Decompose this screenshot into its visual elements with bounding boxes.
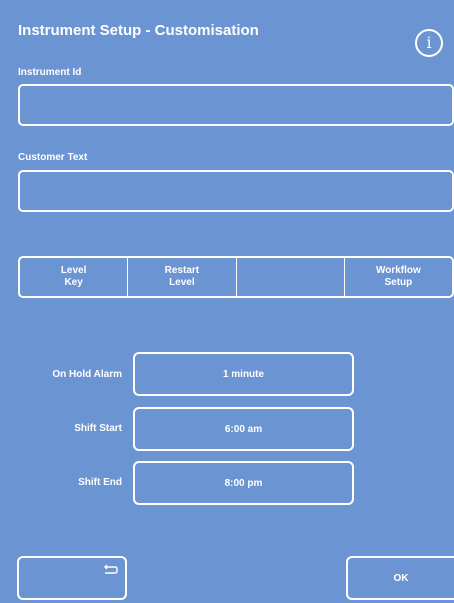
customer-text-field[interactable] (18, 170, 454, 212)
shift-start-button[interactable]: 6:00 am (133, 407, 354, 451)
workflow-setup-button[interactable]: Workflow Setup (345, 258, 452, 296)
workflow-setup-label: Workflow Setup (375, 265, 421, 288)
on-hold-alarm-label: On Hold Alarm (52, 369, 122, 380)
instrument-id-field[interactable] (18, 84, 454, 126)
back-button[interactable] (17, 556, 127, 600)
restart-level-label: Restart Level (164, 265, 200, 288)
page-title: Instrument Setup - Customisation (18, 22, 259, 39)
customer-text-label: Customer Text (18, 152, 88, 163)
shift-end-button[interactable]: 8:00 pm (133, 461, 354, 505)
shift-start-label: Shift Start (74, 423, 122, 434)
customisation-screen: Instrument Setup - Customisation i Instr… (0, 0, 454, 603)
back-arrow-icon (104, 564, 118, 574)
level-key-label: Level Key (60, 265, 87, 288)
level-key-button[interactable]: Level Key (20, 258, 129, 296)
on-hold-alarm-button[interactable]: 1 minute (133, 352, 354, 396)
blank-button[interactable] (237, 258, 345, 296)
info-button[interactable]: i (415, 29, 443, 57)
shift-end-label: Shift End (78, 477, 122, 488)
instrument-id-label: Instrument Id (18, 67, 82, 78)
info-icon: i (426, 33, 432, 52)
ok-button[interactable]: OK (346, 556, 454, 600)
function-button-row: Level Key Restart Level Workflow Setup (18, 256, 454, 298)
restart-level-button[interactable]: Restart Level (128, 258, 237, 296)
ok-label: OK (393, 572, 409, 584)
